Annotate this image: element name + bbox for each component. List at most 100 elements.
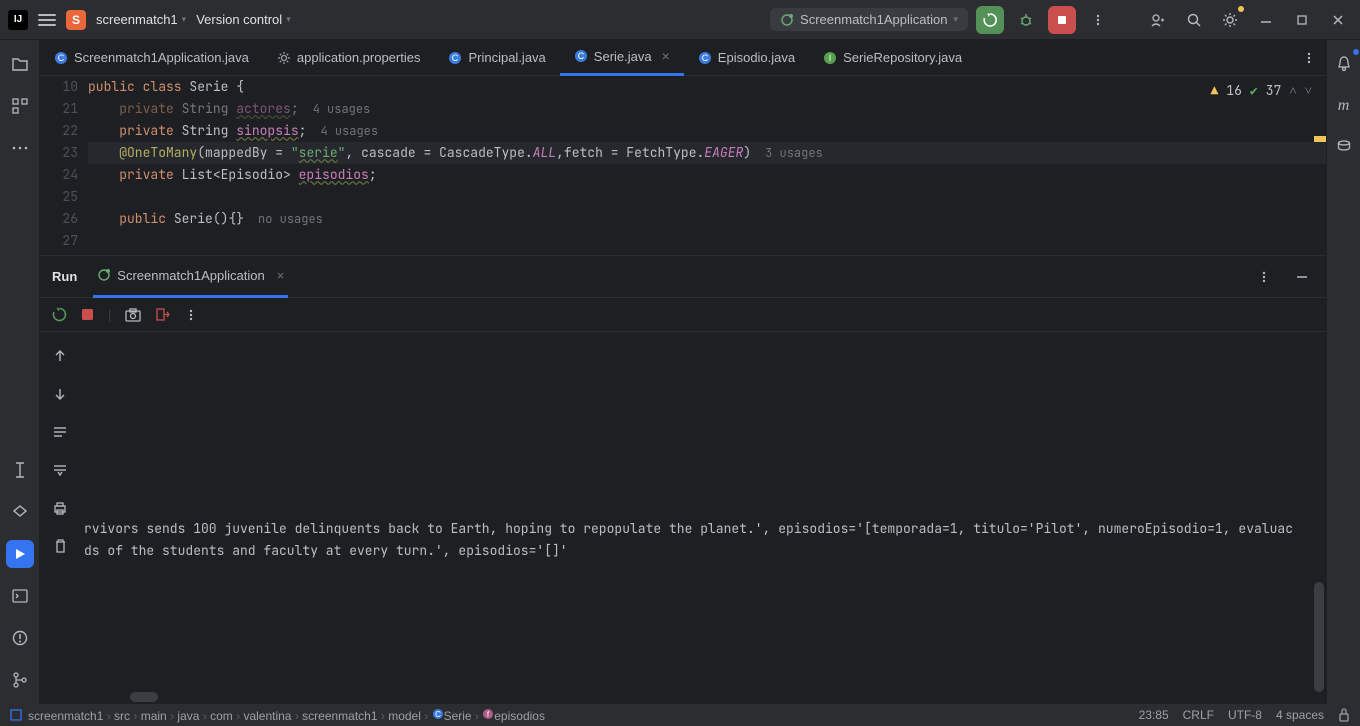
breadcrumb-segment[interactable]: valentina <box>243 709 291 723</box>
editor-inspections-widget[interactable]: ▲16 ✔37 ˄ ˅ <box>1204 80 1318 101</box>
bookmarks-tool-button[interactable] <box>6 456 34 484</box>
breadcrumb-segment[interactable]: screenmatch1 <box>302 709 377 723</box>
line-separator[interactable]: CRLF <box>1183 708 1214 722</box>
title-bar: IJ S screenmatch1▾ Version control▾ Scre… <box>0 0 1360 40</box>
run-configuration-selector[interactable]: Screenmatch1Application ▾ <box>770 8 968 31</box>
breadcrumb-segment[interactable]: src <box>114 709 130 723</box>
clear-all-icon[interactable] <box>46 532 74 560</box>
scroll-up-icon[interactable] <box>46 342 74 370</box>
console-line: ds of the students and faculty at every … <box>84 540 1326 562</box>
run-console-output[interactable]: rvivors sends 100 juvenile delinquents b… <box>80 332 1326 704</box>
breadcrumb-segment[interactable]: episodios <box>494 709 545 723</box>
print-icon[interactable] <box>46 494 74 522</box>
problems-tool-button[interactable] <box>6 624 34 652</box>
editor-tab[interactable]: CEpisodio.java <box>684 40 809 76</box>
main-menu-button[interactable] <box>38 14 56 26</box>
terminal-tool-button[interactable] <box>6 582 34 610</box>
code-line[interactable]: @OneToMany(mappedBy = "serie", cascade =… <box>88 142 1326 164</box>
left-tool-stripe <box>0 40 40 704</box>
code-line[interactable]: public class Serie { <box>88 76 1326 98</box>
horizontal-scrollbar[interactable] <box>130 692 158 702</box>
console-line: rvivors sends 100 juvenile delinquents b… <box>84 518 1326 540</box>
code-line[interactable] <box>88 230 1326 252</box>
code-line[interactable] <box>88 186 1326 208</box>
settings-button[interactable] <box>1216 6 1244 34</box>
breadcrumb-segment[interactable]: Serie <box>444 709 472 723</box>
close-window-button[interactable] <box>1324 6 1352 34</box>
status-bar: screenmatch1 › src › main › java › com ›… <box>0 704 1360 726</box>
debug-button[interactable] <box>1012 6 1040 34</box>
more-actions-button[interactable] <box>1084 6 1112 34</box>
editor-tab[interactable]: application.properties <box>263 40 435 76</box>
stop-button[interactable] <box>1048 6 1076 34</box>
structure-tool-button[interactable] <box>6 92 34 120</box>
scroll-to-end-icon[interactable] <box>46 456 74 484</box>
search-everywhere-button[interactable] <box>1180 6 1208 34</box>
toolbar-more-icon[interactable] <box>184 308 198 322</box>
breadcrumb-segment[interactable]: screenmatch1 <box>28 709 103 723</box>
close-tab-icon[interactable]: × <box>662 48 670 64</box>
hide-run-button[interactable] <box>1288 263 1316 291</box>
vertical-scrollbar[interactable] <box>1314 582 1324 692</box>
file-type-icon: C <box>574 49 588 63</box>
close-tab-icon[interactable]: × <box>277 268 285 283</box>
breadcrumb-segment[interactable]: model <box>388 709 421 723</box>
file-type-icon: C <box>54 51 68 65</box>
code-line[interactable]: private String actores;4 usages <box>88 98 1326 120</box>
editor-tab[interactable]: CSerie.java× <box>560 40 684 76</box>
indent-config[interactable]: 4 spaces <box>1276 708 1324 722</box>
caret-position[interactable]: 23:85 <box>1139 708 1169 722</box>
editor-tab[interactable]: CScreenmatch1Application.java <box>40 40 263 76</box>
breadcrumb-segment[interactable]: java <box>177 709 199 723</box>
tabs-more-button[interactable] <box>1292 51 1326 65</box>
file-type-icon: C <box>448 51 462 65</box>
readonly-lock-icon[interactable] <box>1338 708 1350 722</box>
chevron-down-icon[interactable]: ˅ <box>1305 82 1312 99</box>
breadcrumb-segment[interactable]: main <box>141 709 167 723</box>
chevron-up-icon[interactable]: ˄ <box>1289 82 1296 99</box>
svg-text:C: C <box>578 51 585 61</box>
stop-icon[interactable] <box>81 308 94 321</box>
code-editor[interactable]: 1021222324252627 ▲16 ✔37 ˄ ˅ public clas… <box>40 76 1326 255</box>
run-more-button[interactable] <box>1250 263 1278 291</box>
git-tool-button[interactable] <box>6 666 34 694</box>
editor-tab[interactable]: CPrincipal.java <box>434 40 559 76</box>
code-line[interactable]: public Serie(){}no usages <box>88 208 1326 230</box>
file-type-icon: C <box>698 51 712 65</box>
notifications-tool-button[interactable] <box>1330 50 1358 78</box>
rerun-icon[interactable] <box>52 307 67 322</box>
exit-icon[interactable] <box>155 307 170 322</box>
editor-tabs: CScreenmatch1Application.javaapplication… <box>40 40 1326 76</box>
soft-wrap-icon[interactable] <box>46 418 74 446</box>
run-side-toolbar <box>40 332 80 704</box>
minimize-button[interactable] <box>1252 6 1280 34</box>
check-icon: ✔ <box>1250 82 1258 99</box>
svg-text:C: C <box>452 53 459 63</box>
run-tool-button[interactable] <box>6 540 34 568</box>
scroll-down-icon[interactable] <box>46 380 74 408</box>
project-tool-button[interactable] <box>6 50 34 78</box>
code-line[interactable]: private String sinopsis;4 usages <box>88 120 1326 142</box>
chevron-down-icon: ▾ <box>286 14 291 25</box>
editor-tab[interactable]: ISerieRepository.java <box>809 40 976 76</box>
code-area[interactable]: ▲16 ✔37 ˄ ˅ public class Serie { private… <box>88 76 1326 255</box>
maximize-button[interactable] <box>1288 6 1316 34</box>
maven-tool-button[interactable]: m <box>1330 92 1358 120</box>
camera-icon[interactable] <box>125 308 141 322</box>
code-with-me-button[interactable] <box>1144 6 1172 34</box>
file-encoding[interactable]: UTF-8 <box>1228 708 1262 722</box>
run-tab[interactable]: Screenmatch1Application × <box>93 256 288 298</box>
file-type-icon: I <box>823 51 837 65</box>
breadcrumb-segment[interactable]: com <box>210 709 233 723</box>
breadcrumb-icon: C <box>432 708 444 720</box>
project-selector[interactable]: screenmatch1▾ <box>96 12 186 27</box>
rerun-button[interactable] <box>976 6 1004 34</box>
app-logo-icon: IJ <box>8 10 28 30</box>
more-tool-button[interactable] <box>6 134 34 162</box>
services-tool-button[interactable] <box>6 498 34 526</box>
vcs-menu[interactable]: Version control▾ <box>196 12 291 27</box>
svg-text:C: C <box>58 53 65 63</box>
chevron-down-icon: ▾ <box>953 14 958 25</box>
database-tool-button[interactable] <box>1330 134 1358 162</box>
code-line[interactable]: private List<Episodio> episodios; <box>88 164 1326 186</box>
